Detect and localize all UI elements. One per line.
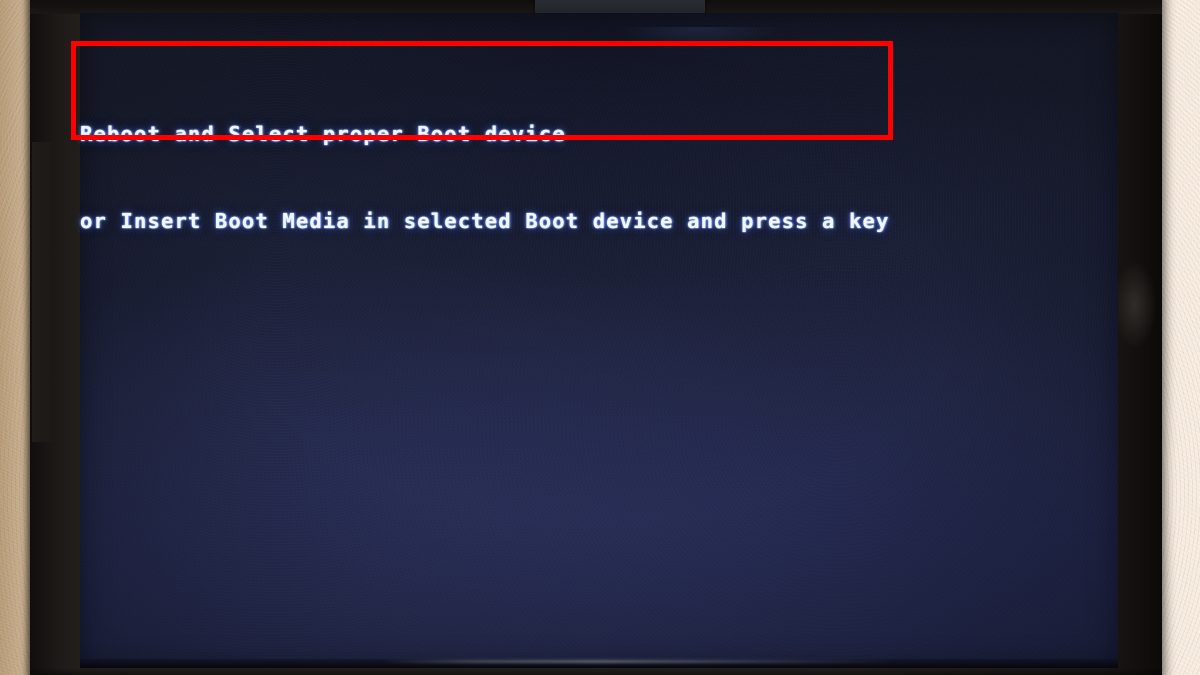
bezel-bottom-edge <box>30 668 1162 675</box>
bios-error-message: Reboot and Select proper Boot device or … <box>80 62 890 294</box>
bezel-highlight-left <box>32 142 54 442</box>
bios-message-line-2: or Insert Boot Media in selected Boot de… <box>80 209 890 233</box>
screen-bottom-edge-shadow <box>80 659 1118 668</box>
bios-message-line-1: Reboot and Select proper Boot device <box>80 122 566 146</box>
bezel-highlight-right <box>1114 262 1156 348</box>
screenshot-root: Reboot and Select proper Boot device or … <box>0 0 1200 675</box>
